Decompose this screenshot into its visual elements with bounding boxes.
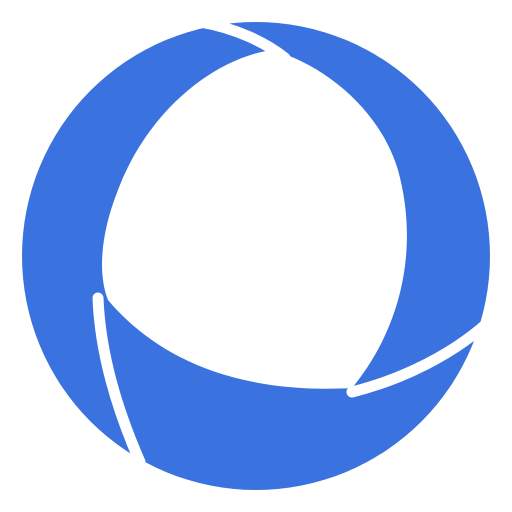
ring-swirl-logo-icon [22, 16, 502, 490]
logo-canvas [0, 0, 512, 512]
